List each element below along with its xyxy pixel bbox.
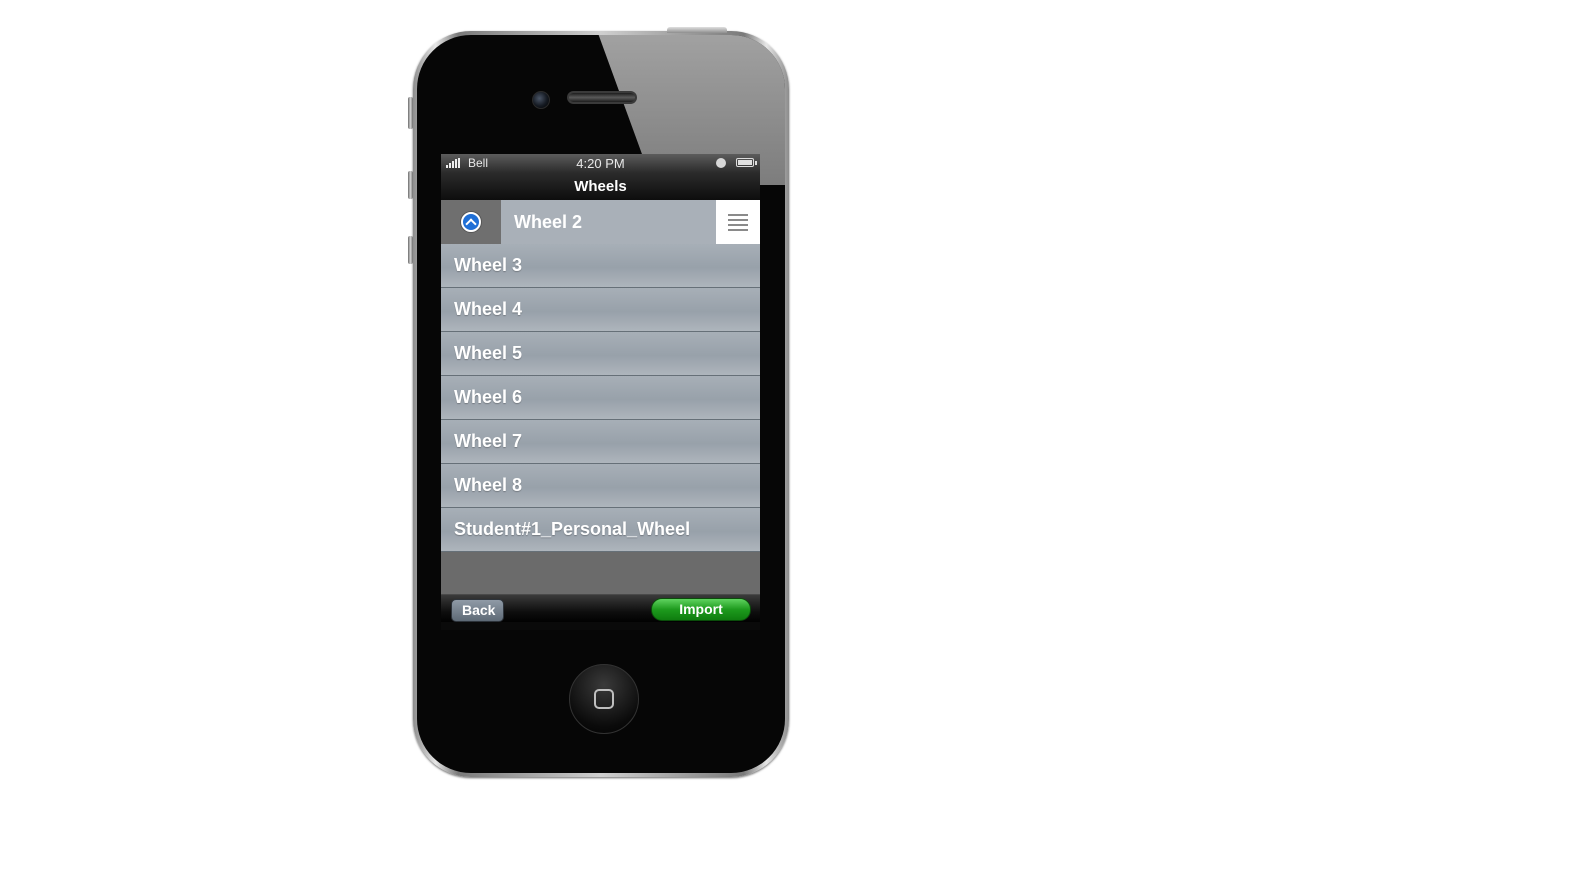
page-title: Wheels	[441, 173, 760, 201]
screen-bottom-edge	[441, 622, 760, 630]
back-button[interactable]: Back	[451, 599, 505, 622]
earpiece-speaker	[567, 91, 637, 104]
list-item[interactable]: Wheel 8	[441, 464, 760, 508]
selected-wheel-label: Wheel 2	[514, 212, 583, 232]
list-item[interactable]: Wheel 4	[441, 288, 760, 332]
volume-up-button	[408, 171, 413, 199]
front-camera-icon	[532, 91, 550, 109]
status-bar: Bell 4:20 PM	[441, 154, 760, 173]
import-button[interactable]: Import	[651, 598, 751, 621]
home-button[interactable]	[569, 664, 639, 734]
list-item[interactable]: Student#1_Personal_Wheel	[441, 508, 760, 552]
battery-icon	[736, 158, 757, 167]
chevron-up-icon	[461, 212, 481, 232]
phone-screen: Bell 4:20 PM Wheels Wheel 2 Wheel 3 Whee…	[441, 154, 760, 630]
bottom-toolbar: Back Import	[441, 594, 760, 623]
list-item[interactable]: Wheel 3	[441, 244, 760, 288]
list-item[interactable]: Wheel 5	[441, 332, 760, 376]
list-item[interactable]: Wheel 6	[441, 376, 760, 420]
wheel-list: Wheel 3 Wheel 4 Wheel 5 Wheel 6 Wheel 7 …	[441, 244, 760, 552]
home-button-icon	[594, 689, 614, 709]
menu-icon[interactable]	[716, 200, 760, 244]
collapse-button[interactable]	[441, 200, 501, 244]
selected-wheel-row[interactable]: Wheel 2	[441, 200, 760, 244]
lock-icon	[716, 158, 726, 168]
power-button	[667, 27, 727, 33]
mute-switch	[408, 97, 413, 129]
volume-down-button	[408, 236, 413, 264]
list-item[interactable]: Wheel 7	[441, 420, 760, 464]
status-time: 4:20 PM	[576, 156, 625, 171]
